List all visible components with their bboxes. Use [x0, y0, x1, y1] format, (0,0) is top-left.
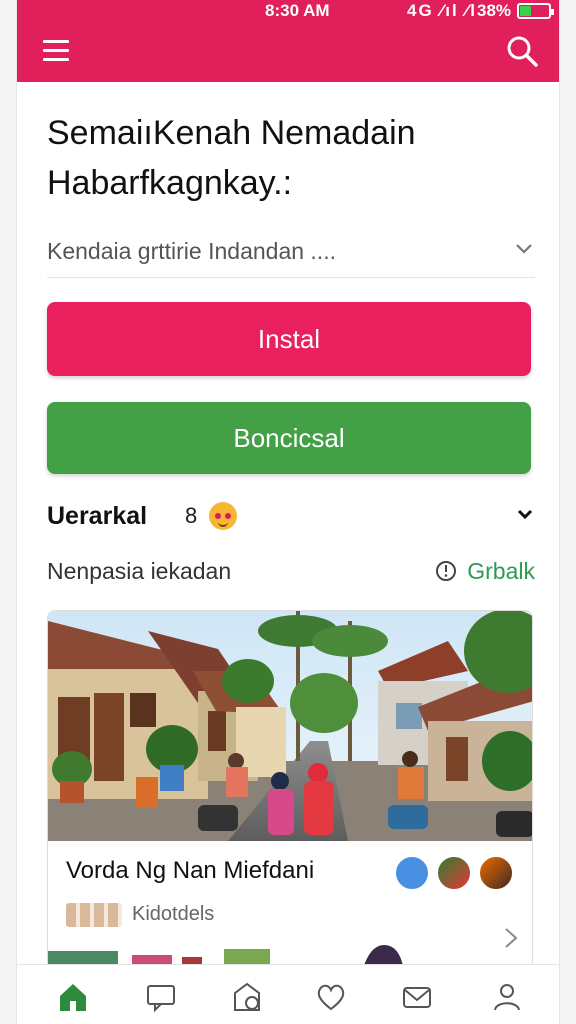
card-title: Vorda Ng Nan Miefdani: [66, 857, 315, 884]
hamburger-menu-icon[interactable]: [43, 38, 71, 64]
signal-indicator: 4G ⁄ıl ⁄l: [407, 1, 477, 20]
smiley-face-icon: [209, 502, 237, 530]
subheader-text: Nenpasia iekadan: [47, 558, 232, 584]
subheader-link-label: Grbalk: [467, 558, 535, 584]
avatar-group: [394, 855, 518, 893]
section-emoji: 8: [185, 503, 198, 528]
section-label: Uerarkal: [47, 502, 148, 530]
content-card[interactable]: Vorda Ng Nan Miefdani Kidotdels: [47, 610, 533, 970]
chat-icon[interactable]: [143, 979, 179, 1015]
thumbnail-strip-icon: [66, 903, 122, 927]
secondary-action-button[interactable]: Boncicsal: [47, 402, 531, 474]
mail-icon[interactable]: [399, 979, 435, 1015]
chevron-down-icon: [517, 508, 533, 526]
avatar: [436, 855, 472, 891]
village-street-photo: [48, 611, 532, 841]
profile-icon[interactable]: [489, 979, 525, 1015]
status-time: 8:30 AM: [265, 1, 330, 20]
avatar: [478, 855, 514, 891]
chevron-down-icon: [515, 242, 533, 260]
battery-percent: 38%: [477, 1, 512, 20]
photo-icon[interactable]: [229, 979, 265, 1015]
page-title-line-1: SemaiıKenah Nemadain: [47, 114, 416, 152]
install-button[interactable]: Instal: [47, 302, 531, 376]
dropdown-value: Kendaia grttirie Indandan ....: [47, 238, 336, 264]
subheader-link[interactable]: Grbalk: [436, 558, 535, 585]
battery-level: [520, 6, 531, 16]
heart-icon[interactable]: [313, 979, 349, 1015]
avatar: [394, 855, 430, 891]
battery-icon: [517, 3, 554, 19]
category-dropdown[interactable]: Kendaia grttirie Indandan ....: [47, 226, 535, 278]
search-icon[interactable]: [505, 34, 539, 68]
section-header[interactable]: Uerarkal 8: [47, 500, 535, 536]
page-title-line-2: Habarfkagnkay.:: [47, 164, 293, 202]
subheader-row: Nenpasia iekadan Grbalk: [47, 556, 535, 590]
page-title: SemaiıKenah Nemadain Habarfkagnkay.:: [47, 108, 537, 208]
app-header: 8:30 AM 4G ⁄ıl ⁄l 38%: [17, 0, 559, 82]
bottom-navigation: [17, 964, 559, 1024]
clock-icon: [435, 560, 457, 588]
home-icon[interactable]: [55, 979, 91, 1015]
app-screen: 8:30 AM 4G ⁄ıl ⁄l 38% SemaiıKenah Nemada…: [16, 0, 560, 1024]
card-meta-text: Kidotdels: [132, 903, 215, 925]
status-bar: 8:30 AM 4G ⁄ıl ⁄l 38%: [17, 0, 559, 24]
